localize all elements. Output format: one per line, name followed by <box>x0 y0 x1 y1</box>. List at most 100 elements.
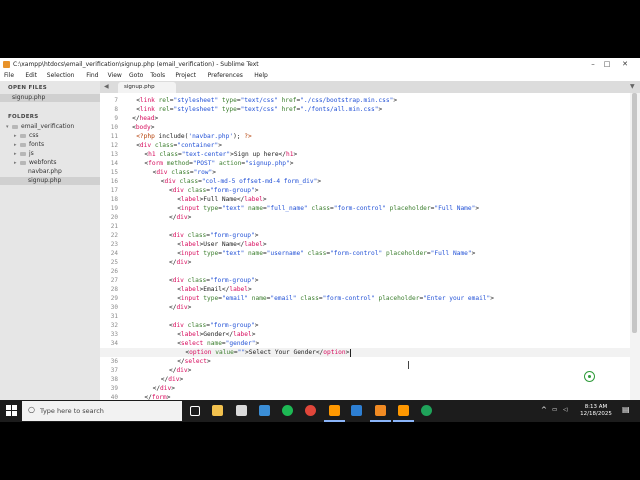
code-token: </ <box>177 358 185 365</box>
open-file-signup[interactable]: signup.php <box>0 94 100 102</box>
code-line[interactable]: <input type="email" name="email" class="… <box>177 294 494 303</box>
taskbar-search-box[interactable]: ○ Type here to search <box>22 401 182 421</box>
code-line[interactable]: </div> <box>161 375 183 384</box>
code-line[interactable]: <form method="POST" action="signup.php"> <box>144 159 293 168</box>
sidebar-item-fonts[interactable]: ▸ fonts <box>0 141 100 149</box>
code-line[interactable]: </div> <box>169 258 191 267</box>
spotify-icon[interactable] <box>282 405 293 416</box>
code-line[interactable]: <input type="text" name="full_name" clas… <box>177 204 479 213</box>
vertical-scrollbar[interactable] <box>630 93 640 400</box>
code-token: "form-group" <box>210 187 255 194</box>
code-token: "text" <box>221 205 245 212</box>
code-token: href <box>281 97 297 104</box>
code-token: "email" <box>221 295 249 302</box>
code-token: > <box>262 241 267 248</box>
tab-list-icon[interactable]: ▼ <box>630 83 635 90</box>
sidebar-item-signup-php[interactable]: signup.php <box>0 177 100 185</box>
sublime-text-icon[interactable] <box>398 405 409 416</box>
sublime-text-icon[interactable] <box>329 405 340 416</box>
clock[interactable]: 8:13 AM 12/18/2025 <box>574 404 618 418</box>
code-token: div <box>176 367 188 374</box>
code-token: class <box>187 322 207 329</box>
minimize-icon[interactable]: – <box>586 60 600 69</box>
line-number: 9 <box>114 115 118 122</box>
menu-preferences[interactable]: Preferences <box>208 72 243 80</box>
code-line[interactable]: <label>Gender</label> <box>177 330 255 339</box>
code-line[interactable]: <div class="row"> <box>153 168 216 177</box>
open-files-heading: OPEN FILES <box>8 85 48 91</box>
code-line[interactable]: <div class="container"> <box>136 141 222 150</box>
windows-start-icon[interactable] <box>6 405 18 417</box>
menu-selection[interactable]: Selection <box>47 72 75 80</box>
chrome-icon[interactable] <box>305 405 316 416</box>
photos-icon[interactable] <box>259 405 270 416</box>
code-line[interactable]: <select name="gender"> <box>177 339 259 348</box>
tab-scroll-left-icon[interactable]: ◀ <box>104 83 109 90</box>
sidebar-item-js[interactable]: ▸ js <box>0 150 100 158</box>
tab-signup[interactable]: signup.php <box>118 82 176 93</box>
close-icon[interactable]: ✕ <box>618 60 632 69</box>
code-line[interactable]: <label>Email</label> <box>177 285 252 294</box>
code-token: "./css/bootstrap.min.css" <box>300 97 394 104</box>
code-line[interactable]: <label>Full Name</label> <box>177 195 266 204</box>
code-line[interactable]: </form> <box>144 393 170 400</box>
code-line[interactable]: <label>User Name</label> <box>177 240 266 249</box>
menu-tools[interactable]: Tools <box>150 72 165 80</box>
menu-find[interactable]: Find <box>86 72 98 80</box>
code-line[interactable]: <h1 class="text-center">Sign up here</h1… <box>144 150 297 159</box>
code-line[interactable]: <input type="text" name="username" class… <box>177 249 475 258</box>
code-line[interactable]: <option value="">Select Your Gender</opt… <box>185 348 349 357</box>
maximize-icon[interactable]: □ <box>600 60 614 69</box>
code-line[interactable]: <div class="form-group"> <box>169 321 258 330</box>
xampp-icon[interactable] <box>375 405 386 416</box>
code-token: label <box>244 241 263 248</box>
code-line[interactable]: <div class="form-group"> <box>169 186 258 195</box>
code-editor[interactable]: 7 8 9 10 11 12 13 14 15 16 17 18 19 20 21 22 23 24 25 26 27 2… <box>100 93 640 400</box>
menu-help[interactable]: Help <box>254 72 268 80</box>
sidebar-item-navbar-php[interactable]: navbar.php <box>0 168 100 176</box>
code-token: select <box>184 358 207 365</box>
line-number: 29 <box>110 295 118 302</box>
network-icon[interactable]: ▭ <box>552 407 557 414</box>
code-line[interactable]: </select> <box>177 357 211 366</box>
chevron-up-icon[interactable]: ^ <box>541 407 547 414</box>
code-line[interactable]: <body> <box>132 123 154 132</box>
volume-icon[interactable]: ◁ <box>563 407 567 414</box>
code-line[interactable]: </head> <box>132 114 158 123</box>
vscode-icon[interactable] <box>351 405 362 416</box>
menu-edit[interactable]: Edit <box>25 72 37 80</box>
code-line[interactable]: <link rel="stylesheet" type="text/css" h… <box>136 105 382 114</box>
store-icon[interactable] <box>236 405 247 416</box>
folder-root[interactable]: ▾ email_verification <box>0 123 100 131</box>
code-token: href <box>281 106 297 113</box>
code-token: "col-md-5 offset-md-4 form_div" <box>201 178 318 185</box>
menu-project[interactable]: Project <box>175 72 196 80</box>
file-explorer-icon[interactable] <box>212 405 223 416</box>
menu-view[interactable]: View <box>108 72 122 80</box>
notifications-icon[interactable]: ▤ <box>622 406 630 414</box>
line-number: 23 <box>110 241 118 248</box>
code-line[interactable]: </div> <box>169 303 191 312</box>
menu-file[interactable]: File <box>4 72 14 80</box>
scrollbar-thumb[interactable] <box>632 93 637 333</box>
code-token: >Full Name</ <box>199 196 245 203</box>
code-line[interactable]: </div> <box>169 366 191 375</box>
line-number: 27 <box>110 277 118 284</box>
code-line[interactable]: </div> <box>153 384 175 393</box>
windows-taskbar: ○ Type here to search ^ ▭ ◁ 8:13 AM 12/1… <box>0 400 640 422</box>
code-line[interactable]: </div> <box>169 213 191 222</box>
edge-icon[interactable] <box>421 405 432 416</box>
code-line[interactable]: <?php include('navbar.php'); ?> <box>136 132 252 141</box>
code-token: placeholder <box>378 295 420 302</box>
code-token: label <box>180 241 200 248</box>
folder-icon <box>20 133 26 138</box>
task-view-icon[interactable] <box>190 406 200 416</box>
menu-goto[interactable]: Goto <box>129 72 143 80</box>
code-line[interactable]: <link rel="stylesheet" type="text/css" h… <box>136 96 397 105</box>
sidebar-item-webfonts[interactable]: ▸ webfonts <box>0 159 100 167</box>
code-line[interactable]: <div class="form-group"> <box>169 276 258 285</box>
sidebar-item-label: css <box>29 132 39 139</box>
code-line[interactable]: <div class="col-md-5 offset-md-4 form_di… <box>161 177 321 186</box>
sidebar-item-css[interactable]: ▸ css <box>0 132 100 140</box>
code-line[interactable]: <div class="form-group"> <box>169 231 258 240</box>
